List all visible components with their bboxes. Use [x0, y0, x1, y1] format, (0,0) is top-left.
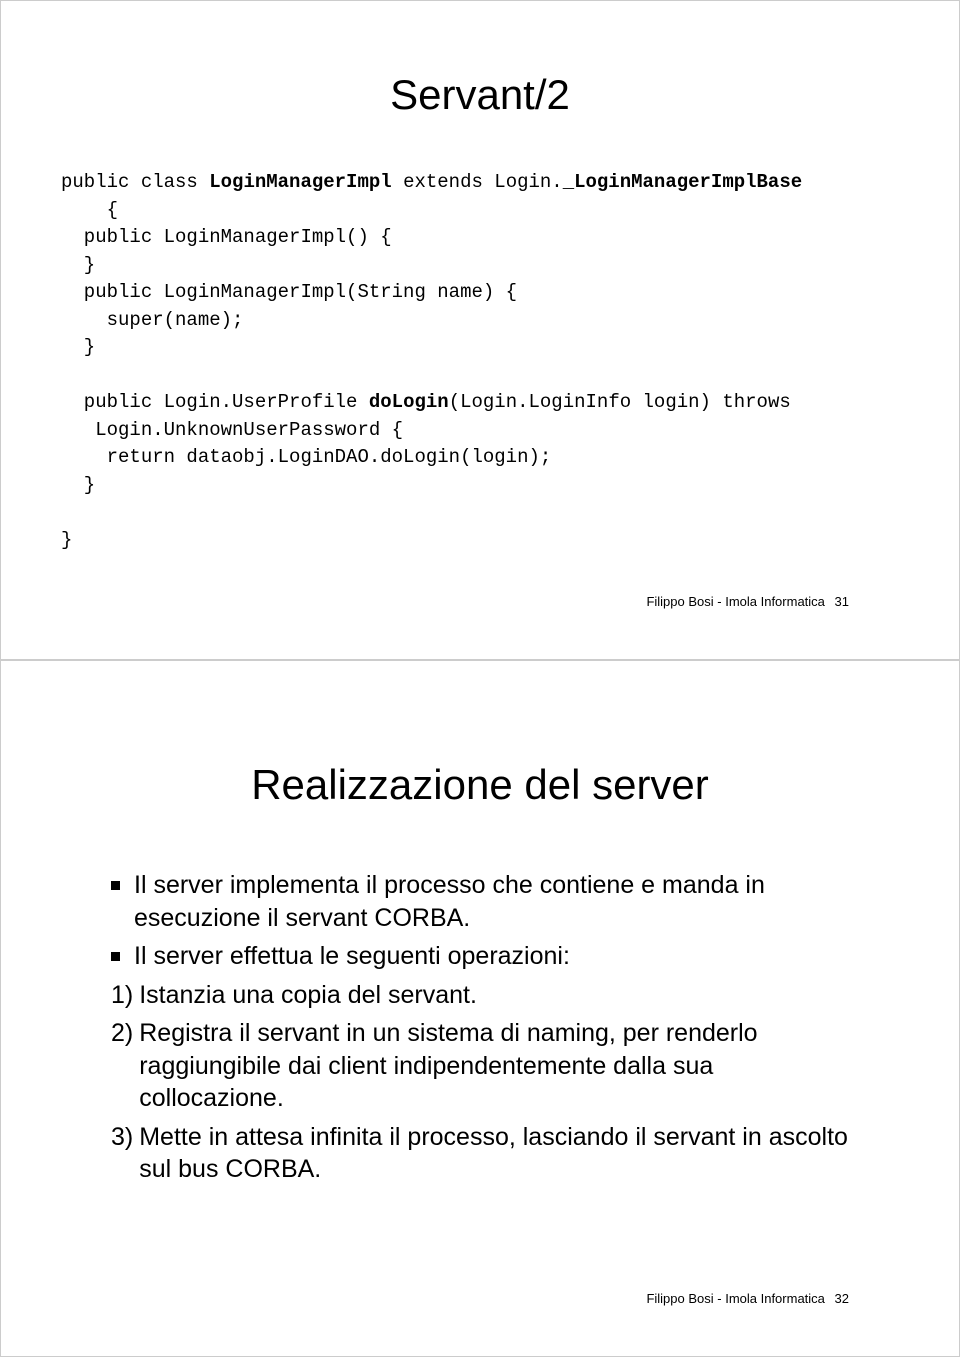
code-line: } [61, 254, 95, 276]
code-bold: LoginManagerImpl [209, 171, 391, 193]
code-line: (Login.LoginInfo login) throws [449, 391, 791, 413]
code-line: public class [61, 171, 209, 193]
list-item: 2) Registra il servant in un sistema di … [111, 1017, 859, 1115]
footer-page-number: 32 [835, 1291, 849, 1306]
slide-servant-2: Servant/2 public class LoginManagerImpl … [0, 0, 960, 660]
list-item: Il server implementa il processo che con… [111, 869, 859, 934]
code-line: } [61, 336, 95, 358]
code-bold: _LoginManagerImplBase [563, 171, 802, 193]
list-item: 1) Istanzia una copia del servant. [111, 979, 859, 1012]
list-number: 3) [111, 1121, 133, 1154]
footer-author: Filippo Bosi - Imola Informatica [646, 1291, 824, 1306]
bullet-square-icon [111, 881, 120, 890]
slide-title: Servant/2 [61, 71, 899, 119]
code-block: public class LoginManagerImpl extends Lo… [61, 169, 899, 555]
slide-realizzazione-server: Realizzazione del server Il server imple… [0, 660, 960, 1357]
code-line: public LoginManagerImpl(String name) { [61, 281, 517, 303]
slide-footer: Filippo Bosi - Imola Informatica 32 [646, 1291, 849, 1306]
code-line: return dataobj.LoginDAO.doLogin(login); [61, 446, 551, 468]
list-item: 3) Mette in attesa infinita il processo,… [111, 1121, 859, 1186]
list-text: Registra il servant in un sistema di nam… [139, 1017, 859, 1115]
code-line: super(name); [61, 309, 243, 331]
code-line: public Login.UserProfile [61, 391, 369, 413]
list-text: Istanzia una copia del servant. [139, 979, 477, 1012]
code-line: { [61, 199, 118, 221]
bullet-square-icon [111, 952, 120, 961]
list-number: 1) [111, 979, 133, 1012]
list-item: Il server effettua le seguenti operazion… [111, 940, 859, 973]
list-text: Mette in attesa infinita il processo, la… [139, 1121, 859, 1186]
code-bold: doLogin [369, 391, 449, 413]
list-number: 2) [111, 1017, 133, 1050]
bullet-list: Il server implementa il processo che con… [61, 869, 899, 1186]
code-line: extends Login. [392, 171, 563, 193]
bullet-text: Il server implementa il processo che con… [134, 869, 859, 934]
code-line: public LoginManagerImpl() { [61, 226, 392, 248]
slide-footer: Filippo Bosi - Imola Informatica 31 [646, 594, 849, 609]
footer-author: Filippo Bosi - Imola Informatica [646, 594, 824, 609]
footer-page-number: 31 [835, 594, 849, 609]
slide-title: Realizzazione del server [61, 761, 899, 809]
code-line: } [61, 529, 72, 551]
code-line: Login.UnknownUserPassword { [61, 419, 403, 441]
bullet-text: Il server effettua le seguenti operazion… [134, 940, 570, 973]
code-line: } [61, 474, 95, 496]
